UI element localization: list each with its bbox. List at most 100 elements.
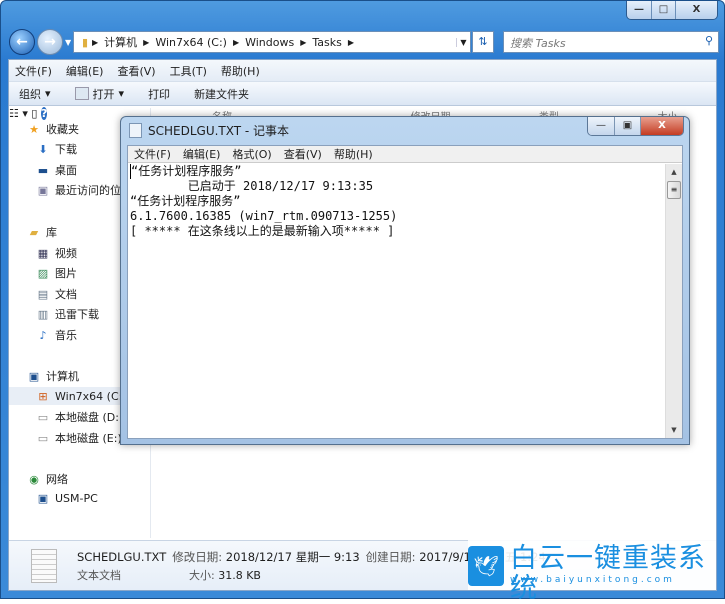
watermark-url: www.baiyunxitong.com: [510, 575, 675, 585]
maximize-button[interactable]: □: [651, 1, 675, 19]
label: 文档: [55, 288, 77, 301]
menu-bar: 文件(F) 编辑(E) 查看(V) 工具(T) 帮助(H): [9, 60, 716, 82]
watermark-brand: 白云一键重装系统: [510, 543, 706, 604]
scroll-up-arrow-icon[interactable]: ▲: [666, 164, 682, 180]
label: 下载: [55, 143, 77, 156]
sidebar-network[interactable]: ◉ 网络: [27, 471, 169, 487]
refresh-button[interactable]: ⇅: [472, 31, 494, 53]
scroll-thumb[interactable]: ≡: [667, 181, 681, 199]
notepad-menu-edit[interactable]: 编辑(E): [183, 146, 221, 162]
label: 音乐: [55, 329, 77, 342]
computer-icon: ▣: [28, 369, 40, 383]
sidebar-item-usm-pc[interactable]: ▣ USM-PC: [36, 492, 178, 505]
notepad-window: SCHEDLGU.TXT - 记事本 — ▣ X 文件(F) 编辑(E) 格式(…: [120, 116, 690, 445]
search-icon: ⚲: [704, 34, 713, 47]
document-icon: ▤: [37, 287, 49, 301]
label: 桌面: [55, 164, 77, 177]
notepad-text-area[interactable]: “任务计划程序服务” 已启动于 2018/12/17 9:13:35 “任务计划程…: [130, 164, 664, 438]
chevron-right-icon: ▶: [143, 37, 150, 47]
address-dropdown[interactable]: ▼: [456, 37, 470, 47]
recent-places-icon: ▣: [37, 183, 49, 197]
modified-label: 修改日期:: [172, 550, 223, 564]
computer-icon: ▣: [37, 492, 49, 505]
breadcrumb-drive[interactable]: Win7x64 (C:): [155, 36, 227, 49]
breadcrumb-tasks[interactable]: Tasks: [312, 36, 341, 49]
picture-icon: ▨: [37, 266, 49, 280]
search-placeholder: 搜索 Tasks: [510, 37, 566, 50]
forward-button[interactable]: →: [37, 29, 63, 55]
notepad-icon: [129, 123, 142, 138]
menu-tools[interactable]: 工具(T): [170, 63, 207, 79]
library-icon: ▰: [29, 225, 39, 239]
download-folder-icon: ⬇: [38, 142, 48, 156]
video-icon: ▦: [37, 246, 49, 260]
label: Win7x64 (C:): [55, 389, 127, 403]
notepad-maximize-button[interactable]: ▣: [614, 117, 640, 135]
label: 迅雷下载: [55, 308, 99, 321]
notepad-menu-bar: 文件(F) 编辑(E) 格式(O) 查看(V) 帮助(H): [128, 146, 682, 163]
created-label: 创建日期:: [365, 550, 416, 564]
label: 本地磁盘 (D:): [55, 411, 124, 424]
window-controls: — □ X: [626, 1, 718, 20]
chevron-right-icon: ▶: [347, 37, 355, 47]
menu-file[interactable]: 文件(F): [15, 63, 52, 79]
download-library-icon: ▥: [37, 307, 49, 321]
text-file-icon: [31, 549, 57, 583]
details-type: 文本文档: [77, 569, 121, 582]
notepad-menu-file[interactable]: 文件(F): [134, 146, 171, 162]
text-line: 6.1.7600.16385 (win7_rtm.090713-1255): [130, 209, 398, 223]
chevron-right-icon: ▶: [300, 37, 307, 47]
notepad-menu-format[interactable]: 格式(O): [232, 146, 271, 162]
label: 库: [46, 226, 57, 239]
label: 计算机: [46, 370, 79, 383]
label: 本地磁盘 (E:): [55, 432, 122, 445]
size-label: 大小:: [189, 569, 215, 582]
bird-logo-icon: 🕊: [468, 546, 504, 586]
desktop-icon: ▬: [37, 163, 49, 177]
print-button[interactable]: 打印: [148, 86, 170, 102]
menu-view[interactable]: 查看(V): [117, 63, 155, 79]
search-input[interactable]: 搜索 Tasks ⚲: [503, 31, 719, 53]
folder-icon: ▮: [81, 35, 89, 49]
organize-button[interactable]: 组织 ▾: [19, 86, 51, 102]
new-folder-button[interactable]: 新建文件夹: [194, 86, 249, 102]
details-filename: SCHEDLGU.TXT: [77, 550, 167, 564]
label: USM-PC: [55, 492, 98, 505]
breadcrumb-windows[interactable]: Windows: [245, 36, 294, 49]
menu-edit[interactable]: 编辑(E): [66, 63, 104, 79]
chevron-right-icon: ▶: [232, 37, 240, 47]
notepad-menu-help[interactable]: 帮助(H): [334, 146, 373, 162]
open-button[interactable]: 打开 ▾: [74, 86, 124, 102]
network-icon: ◉: [29, 472, 39, 486]
close-button[interactable]: X: [675, 1, 717, 19]
label: 视频: [55, 247, 77, 260]
label: 收藏夹: [46, 123, 79, 136]
address-bar[interactable]: ▮ ▶ 计算机 ▶ Win7x64 (C:) ▶ Windows ▶ Tasks ▶ ▼: [73, 31, 471, 53]
text-line: [ ***** 在这条线以上的是最新输入项***** ]: [130, 224, 395, 238]
command-bar: 组织 ▾ 打开 ▾ 打印 新建文件夹: [9, 82, 716, 106]
minimize-button[interactable]: —: [627, 1, 651, 19]
text-line: 已启动于 2018/12/17 9:13:35: [130, 179, 374, 193]
watermark-logo: 🕊 白云一键重装系统 www.baiyunxitong.com: [468, 538, 716, 604]
windows-drive-icon: ⊞: [38, 389, 48, 403]
details-pane: SCHEDLGU.TXT 修改日期: 2018/12/17 星期一 9:13 创建日…: [9, 538, 716, 604]
label: 图片: [55, 267, 77, 280]
star-icon: ★: [29, 122, 39, 136]
notepad-close-button[interactable]: X: [640, 117, 683, 135]
notepad-minimize-button[interactable]: —: [588, 117, 614, 135]
label: 网络: [46, 473, 68, 486]
notepad-icon: [74, 87, 89, 100]
drive-icon: ▭: [37, 431, 49, 445]
text-line: “任务计划程序服务”: [130, 164, 664, 179]
recent-pages-dropdown[interactable]: ▼: [65, 38, 71, 47]
back-button[interactable]: ←: [9, 29, 35, 55]
notepad-title: SCHEDLGU.TXT - 记事本: [148, 124, 290, 138]
modified-value: 2018/12/17 星期一 9:13: [225, 550, 360, 564]
notepad-menu-view[interactable]: 查看(V): [284, 146, 322, 162]
vertical-scrollbar[interactable]: ▲ ≡ ▼: [665, 164, 682, 438]
breadcrumb-computer[interactable]: 计算机: [104, 34, 137, 50]
size-value: 31.8 KB: [218, 569, 261, 582]
notepad-window-controls: — ▣ X: [587, 117, 684, 136]
menu-help[interactable]: 帮助(H): [221, 63, 260, 79]
scroll-down-arrow-icon[interactable]: ▼: [666, 422, 682, 438]
